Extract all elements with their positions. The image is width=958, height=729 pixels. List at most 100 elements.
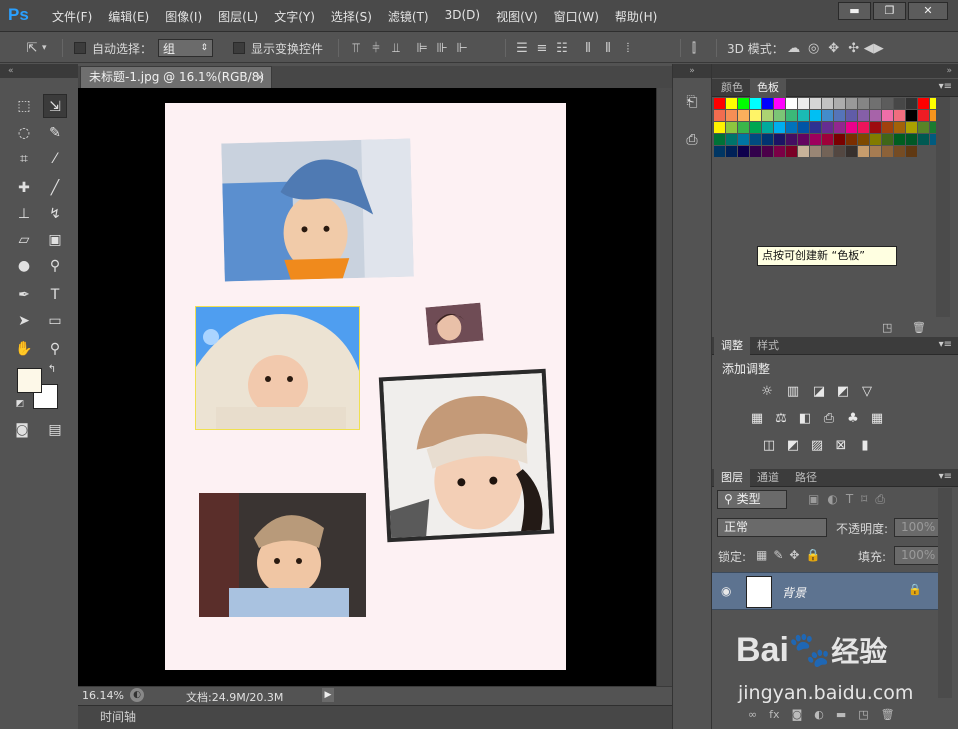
properties-panel-icon[interactable]: ⎙ — [681, 132, 703, 152]
menu-window[interactable]: 窗口(W) — [546, 8, 607, 25]
color-balance-icon[interactable]: ⚖ — [772, 411, 790, 427]
menu-image[interactable]: 图像(I) — [157, 8, 210, 25]
move-tool-preset[interactable]: ⇱ ▾ — [22, 33, 47, 63]
photo-baby-blanket[interactable] — [195, 306, 360, 430]
lock-position-icon[interactable]: ✥ — [789, 548, 799, 562]
distribute-top-icon[interactable]: ☰ — [512, 41, 532, 56]
eye-icon[interactable]: ◉ — [721, 584, 731, 598]
toolbar-header[interactable]: « — [0, 64, 78, 78]
timeline-panel-header[interactable]: 时间轴 — [78, 705, 672, 729]
swatches-scrollbar[interactable] — [936, 97, 950, 317]
menu-help[interactable]: 帮助(H) — [607, 8, 665, 25]
tab-channels[interactable]: 通道 — [750, 469, 786, 487]
history-panel-icon[interactable]: ⎗ — [681, 94, 703, 114]
lock-all-icon[interactable]: 🔒 — [805, 548, 820, 562]
color-swatch[interactable] — [726, 134, 737, 145]
align-vcenter-icon[interactable]: ⫩ — [366, 41, 386, 56]
blend-mode-dropdown[interactable]: 正常 — [717, 518, 827, 537]
black-white-icon[interactable]: ◧ — [796, 411, 814, 427]
color-swatch[interactable] — [738, 110, 749, 121]
channel-mixer-icon[interactable]: ♣ — [844, 411, 862, 427]
healing-brush-tool-icon[interactable]: ✚ — [12, 176, 36, 200]
menu-filter[interactable]: 滤镜(T) — [380, 8, 437, 25]
menu-file[interactable]: 文件(F) — [44, 8, 100, 25]
lock-transparent-icon[interactable]: ▦ — [756, 548, 767, 562]
color-swatch[interactable] — [882, 146, 893, 157]
color-swatch[interactable] — [894, 110, 905, 121]
color-swatch[interactable] — [714, 122, 725, 133]
layer-name[interactable]: 背景 — [782, 584, 806, 601]
crop-tool-icon[interactable]: ⌗ — [12, 147, 36, 171]
align-bottom-icon[interactable]: ⫫ — [386, 41, 406, 56]
color-swatch[interactable] — [894, 134, 905, 145]
color-swatch[interactable] — [714, 110, 725, 121]
color-swatch[interactable] — [882, 134, 893, 145]
color-swatch[interactable] — [714, 134, 725, 145]
panel-menu-icon[interactable]: ▾≡ — [939, 339, 952, 350]
levels-icon[interactable]: ▥ — [784, 384, 802, 400]
color-swatch[interactable] — [786, 110, 797, 121]
color-swatch[interactable] — [918, 98, 929, 109]
canvas-area[interactable] — [78, 88, 656, 686]
distribute-vcenter-icon[interactable]: ≡ — [532, 41, 552, 56]
color-swatch[interactable] — [906, 98, 917, 109]
tab-paths[interactable]: 路径 — [788, 469, 824, 487]
color-swatch[interactable] — [786, 98, 797, 109]
3d-pan-icon[interactable]: ✥ — [824, 41, 844, 56]
posterize-icon[interactable]: ◩ — [784, 438, 802, 454]
history-brush-tool-icon[interactable]: ↯ — [43, 202, 67, 226]
filter-pixel-icon[interactable]: ▣ — [808, 492, 819, 507]
3d-roll-icon[interactable]: ◎ — [804, 41, 824, 56]
blur-tool-icon[interactable]: ● — [12, 254, 36, 278]
filter-smart-icon[interactable]: ⎙ — [875, 492, 885, 507]
color-swatch[interactable] — [786, 134, 797, 145]
marquee-tool-icon[interactable]: ⬚ — [12, 94, 36, 118]
photo-girl-hat[interactable] — [378, 368, 555, 543]
color-swatch[interactable] — [858, 122, 869, 133]
tab-adjustments[interactable]: 调整 — [714, 337, 750, 355]
distribute-hcenter-icon[interactable]: ⫴ — [598, 41, 618, 56]
document-tab[interactable]: 未标题-1.jpg @ 16.1%(RGB/8) × — [80, 66, 272, 88]
align-left-icon[interactable]: ⊫ — [412, 41, 432, 56]
color-swatch[interactable] — [738, 134, 749, 145]
move-tool-icon[interactable]: ⇲ — [43, 94, 67, 118]
color-swatch[interactable] — [714, 98, 725, 109]
color-swatch[interactable] — [894, 146, 905, 157]
photo-filter-icon[interactable]: ⎙ — [820, 411, 838, 427]
color-swatch[interactable] — [762, 146, 773, 157]
new-swatch-icon[interactable]: ◳ — [882, 321, 892, 334]
layer-filter-dropdown[interactable]: ⚲ 类型 — [717, 490, 787, 509]
play-right-icon[interactable]: ▶ — [322, 688, 334, 702]
color-swatch[interactable] — [822, 98, 833, 109]
hand-tool-icon[interactable]: ✋ — [12, 337, 36, 361]
filter-shape-icon[interactable]: ⌑ — [861, 492, 867, 507]
color-swatch[interactable] — [822, 110, 833, 121]
vertical-scrollbar[interactable] — [656, 88, 672, 686]
color-swatch[interactable] — [834, 98, 845, 109]
color-swatch[interactable] — [870, 98, 881, 109]
3d-slide-icon[interactable]: ✣ — [844, 41, 864, 56]
color-swatch[interactable] — [750, 146, 761, 157]
photo-baby-cap[interactable] — [221, 138, 414, 282]
color-swatch[interactable] — [894, 98, 905, 109]
color-swatch[interactable] — [774, 122, 785, 133]
auto-align-icon[interactable]: ⫿ — [684, 41, 704, 56]
color-swatch[interactable] — [726, 110, 737, 121]
threshold-icon[interactable]: ▨ — [808, 438, 826, 454]
distribute-bottom-icon[interactable]: ☷ — [552, 41, 572, 56]
auto-select-dropdown[interactable]: 组 ⇕ — [158, 39, 213, 57]
color-swatch[interactable] — [750, 98, 761, 109]
dock-expand-icon[interactable]: » — [673, 64, 711, 78]
maximize-button[interactable]: ❐ — [873, 2, 906, 20]
exposure-icon[interactable]: ◩ — [834, 384, 852, 400]
menu-view[interactable]: 视图(V) — [488, 8, 546, 25]
auto-select-checkbox[interactable] — [74, 42, 86, 54]
align-right-icon[interactable]: ⊩ — [452, 41, 472, 56]
eyedropper-tool-icon[interactable]: ⁄ — [43, 147, 67, 171]
color-swatch[interactable] — [870, 122, 881, 133]
color-swatch[interactable] — [774, 146, 785, 157]
color-swatch[interactable] — [882, 122, 893, 133]
color-swatch[interactable] — [858, 134, 869, 145]
menu-type[interactable]: 文字(Y) — [266, 8, 323, 25]
color-swatch[interactable] — [798, 146, 809, 157]
